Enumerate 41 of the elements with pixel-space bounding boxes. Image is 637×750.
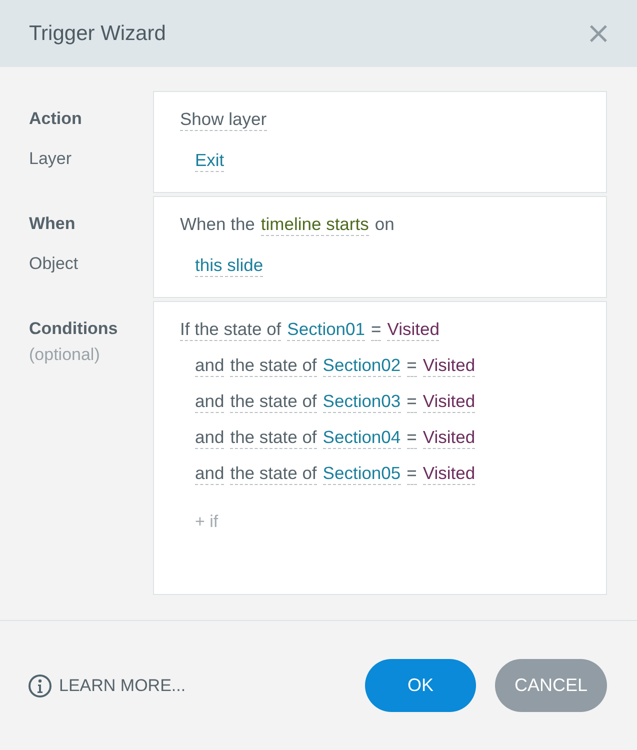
section-heading: When — [29, 214, 76, 234]
section-subheading: (optional) — [29, 345, 100, 365]
object-link[interactable]: this slide — [195, 254, 264, 277]
section-subheading: Object — [29, 254, 78, 274]
option-link[interactable]: the state of — [230, 390, 317, 413]
option-link[interactable]: = — [406, 462, 417, 485]
learn-more-text[interactable]: LEARN MORE... — [59, 676, 186, 696]
section-heading: Action — [29, 109, 82, 129]
section-heading: Conditions — [29, 319, 118, 339]
value-link[interactable]: Visited — [422, 462, 476, 485]
value-link[interactable]: Visited — [422, 426, 476, 449]
option-link[interactable]: = — [406, 354, 417, 377]
option-link[interactable]: and — [195, 462, 224, 485]
object-link[interactable]: Section03 — [322, 390, 401, 413]
object-link[interactable]: Section04 — [322, 426, 401, 449]
sentence-text: on — [374, 213, 394, 236]
event-link[interactable]: timeline starts — [260, 213, 369, 236]
value-link[interactable]: Visited — [422, 390, 476, 413]
option-link[interactable]: and — [195, 354, 224, 377]
option-link[interactable]: If the state of — [180, 318, 282, 341]
option-link[interactable]: = — [371, 318, 382, 341]
window-title: Trigger Wizard — [29, 22, 166, 46]
option-link[interactable]: Show layer — [180, 108, 267, 131]
object-link[interactable]: Section01 — [287, 318, 366, 341]
ok-button[interactable]: OK — [365, 659, 476, 712]
value-link[interactable]: Visited — [387, 318, 440, 341]
option-link[interactable]: and — [195, 390, 224, 413]
sentence-text: When the — [180, 213, 255, 236]
object-link[interactable]: Section05 — [322, 462, 401, 485]
option-link[interactable]: = — [406, 390, 417, 413]
option-link[interactable]: and — [195, 426, 224, 449]
value-link[interactable]: Visited — [422, 354, 476, 377]
learn-more-link[interactable]: LEARN MORE... — [28, 674, 186, 698]
object-link[interactable]: Section02 — [322, 354, 401, 377]
option-link[interactable]: the state of — [230, 426, 317, 449]
section-subheading: Layer — [29, 149, 72, 169]
option-link[interactable]: = — [406, 426, 417, 449]
info-icon — [28, 674, 52, 698]
option-link[interactable]: the state of — [230, 354, 317, 377]
object-link[interactable]: Exit — [195, 149, 224, 172]
option-link[interactable]: the state of — [230, 462, 317, 485]
